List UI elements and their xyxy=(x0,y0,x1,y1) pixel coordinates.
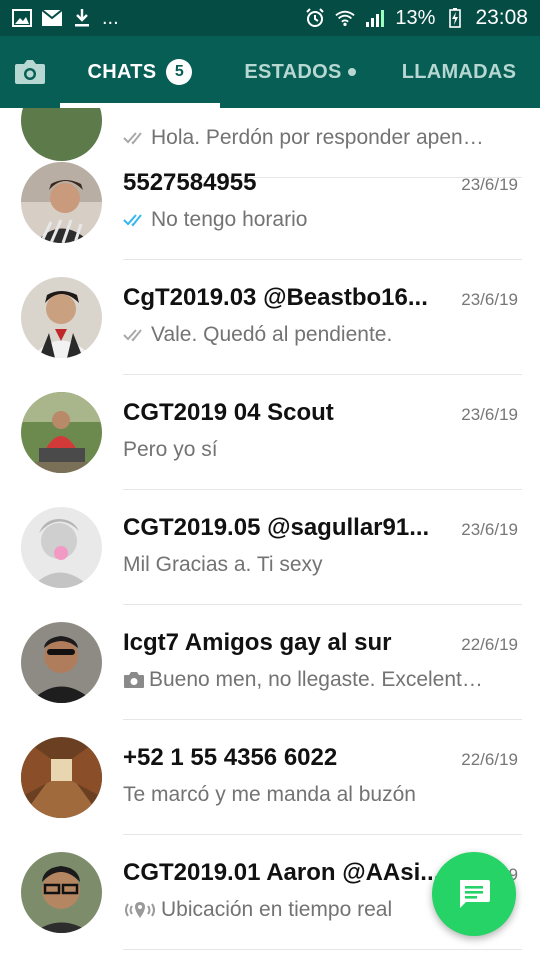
double-check-gray-icon xyxy=(123,131,147,145)
chat-preview: Te marcó y me manda al buzón xyxy=(123,783,416,806)
camera-icon[interactable] xyxy=(14,56,46,88)
battery-charging-icon xyxy=(445,8,465,28)
alarm-icon xyxy=(305,8,325,28)
chat-date: 23/6/19 xyxy=(461,405,518,424)
app-bar: CHATS 5 ESTADOS LLAMADAS xyxy=(0,36,540,108)
chat-list[interactable]: Hola. Perdón por responder apen… 5527584… xyxy=(0,108,540,960)
chat-row[interactable]: 5527584955 23/6/19 No tengo horario xyxy=(0,145,540,260)
chat-row[interactable]: Icgt7 Amigos gay al sur 22/6/19 Bueno me… xyxy=(0,605,540,720)
double-check-blue-icon xyxy=(123,213,147,227)
chat-row[interactable]: CgT2019.03 @Beastbo16... 23/6/19 Vale. Q… xyxy=(0,260,540,375)
clock: 23:08 xyxy=(475,6,528,29)
chat-preview: Bueno men, no llegaste. Excelent… xyxy=(123,668,513,692)
tab-chats[interactable]: CHATS 5 xyxy=(60,36,220,108)
chat-name: CGT2019 04 Scout xyxy=(123,399,334,426)
double-check-gray-icon xyxy=(123,328,147,342)
chat-date: 23/6/19 xyxy=(461,290,518,309)
download-icon xyxy=(72,8,92,28)
avatar xyxy=(21,737,102,818)
battery-percent: 13% xyxy=(395,6,436,29)
avatar xyxy=(21,277,102,358)
mail-icon xyxy=(42,8,62,28)
photo-camera-icon xyxy=(123,671,145,689)
signal-icon xyxy=(365,8,385,28)
divider xyxy=(123,949,522,950)
chat-row[interactable]: +52 1 55 4356 6022 22/6/19 Te marcó y me… xyxy=(0,720,540,835)
chat-name: CgT2019.03 @Beastbo16... xyxy=(123,284,428,311)
tab-llamadas-label: LLAMADAS xyxy=(401,60,517,83)
tab-llamadas[interactable]: LLAMADAS xyxy=(384,36,534,108)
unread-badge: 5 xyxy=(166,59,193,85)
chat-name: +52 1 55 4356 6022 xyxy=(123,744,338,771)
chat-date: 23/6/19 xyxy=(461,175,518,194)
avatar xyxy=(21,392,102,473)
tab-estados[interactable]: ESTADOS xyxy=(230,36,370,108)
avatar xyxy=(21,507,102,588)
tab-chats-label: CHATS xyxy=(87,60,157,83)
chat-bubble-icon xyxy=(460,880,490,908)
tab-estados-label: ESTADOS xyxy=(244,60,342,83)
more-notifications: ... xyxy=(102,6,119,29)
new-status-dot xyxy=(347,68,356,76)
new-chat-button[interactable] xyxy=(432,852,516,936)
chat-name: 5527584955 xyxy=(123,169,257,196)
chat-date: 22/6/19 xyxy=(461,635,518,654)
chat-date: 22/6/19 xyxy=(461,750,518,769)
chat-preview: Pero yo sí xyxy=(123,438,218,461)
chat-preview: Vale. Quedó al pendiente. xyxy=(123,323,513,347)
avatar xyxy=(21,162,102,243)
chat-name: CGT2019.05 @sagullar91... xyxy=(123,514,430,541)
chat-row[interactable]: CGT2019 04 Scout 23/6/19 Pero yo sí xyxy=(0,375,540,490)
chat-name: CGT2019.01 Aaron @AAsi... xyxy=(123,859,441,886)
status-bar: ... 13% 23:08 xyxy=(0,0,540,36)
avatar xyxy=(21,852,102,933)
chat-preview: Mil Gracias a. Ti sexy xyxy=(123,553,323,576)
live-location-icon xyxy=(123,900,157,920)
wifi-icon xyxy=(335,8,356,28)
chat-preview: No tengo horario xyxy=(123,208,513,232)
avatar xyxy=(21,622,102,703)
chat-row[interactable]: CGT2019.05 @sagullar91... 23/6/19 Mil Gr… xyxy=(0,490,540,605)
chat-date: 23/6/19 xyxy=(461,520,518,539)
chat-name: Icgt7 Amigos gay al sur xyxy=(123,629,392,656)
image-icon xyxy=(12,8,32,28)
